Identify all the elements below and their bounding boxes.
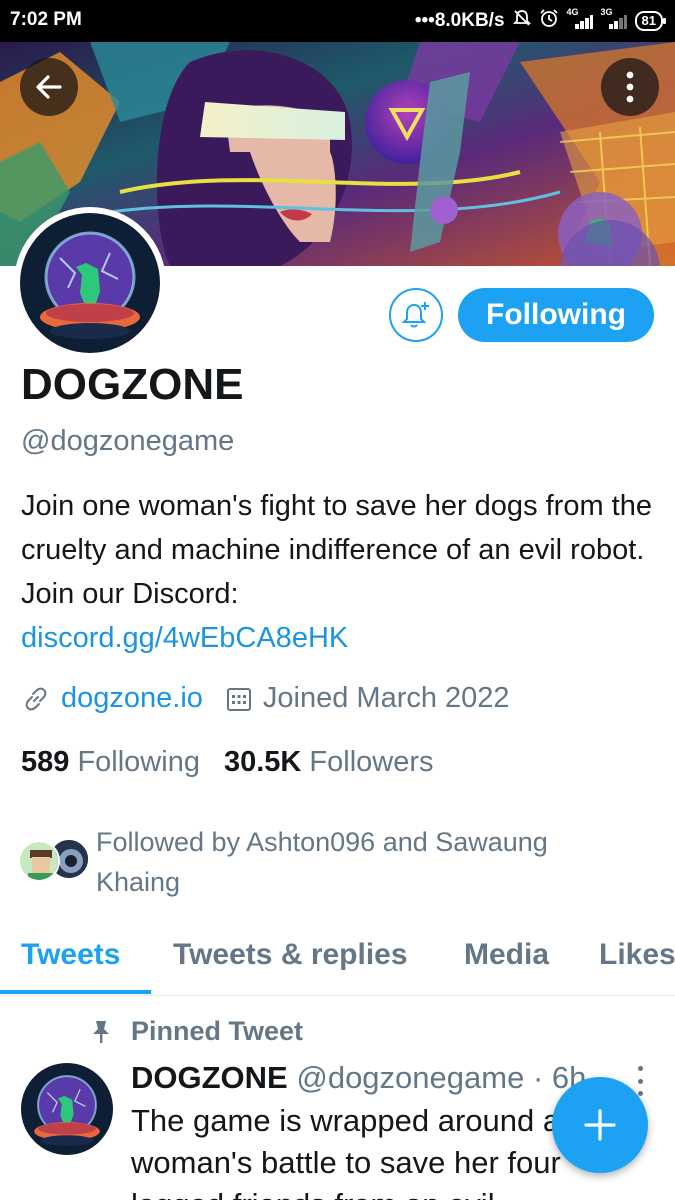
arrow-left-icon: [36, 75, 62, 99]
follower-avatar-1: [18, 840, 60, 882]
profile-handle: @dogzonegame: [21, 425, 235, 457]
bio-text: Join one woman's fight to save her dogs …: [21, 490, 652, 610]
more-options-button[interactable]: [601, 58, 659, 116]
back-button[interactable]: [20, 58, 78, 116]
battery-indicator: 81: [634, 10, 667, 31]
tab-tweets-and-replies[interactable]: Tweets & replies: [173, 938, 408, 972]
status-bar: 7:02 PM •••8.0KB/s 4G 3G 81: [0, 0, 675, 42]
tweet-author-name[interactable]: DOGZONE: [131, 1060, 288, 1095]
website-link[interactable]: dogzone.io: [61, 682, 203, 715]
alarm-icon: [539, 8, 559, 33]
signal-3g-icon: 3G: [601, 7, 627, 29]
pinned-tweet-label: Pinned Tweet: [88, 1016, 303, 1047]
following-count: 589: [21, 746, 70, 778]
bell-plus-icon: [401, 302, 429, 328]
tweet-author-handle: @dogzonegame: [296, 1060, 525, 1095]
profile-bio: Join one woman's fight to save her dogs …: [21, 484, 661, 660]
followers-count: 30.5K: [223, 746, 302, 778]
tweet-header: DOGZONE @dogzonegame · 6h: [131, 1060, 631, 1096]
followed-by-row[interactable]: Followed by Ashton096 and Sawaung Khaing: [18, 822, 668, 902]
status-icons: •••8.0KB/s 4G 3G 81: [414, 7, 667, 33]
following-button[interactable]: Following: [458, 288, 654, 342]
joined-date: Joined March 2022: [262, 682, 510, 714]
pin-icon: [88, 1020, 114, 1044]
signal-4g-icon: 4G: [567, 7, 593, 29]
tweet-text-line: legged friends from an evil: [131, 1184, 656, 1200]
notifications-button[interactable]: [389, 288, 443, 342]
status-time: 7:02 PM: [10, 9, 82, 30]
bio-discord-link[interactable]: discord.gg/4wEbCA8eHK: [21, 616, 661, 660]
profile-display-name: DOGZONE: [21, 360, 244, 409]
tab-likes[interactable]: Likes: [599, 938, 675, 972]
network-speed: •••8.0KB/s: [414, 9, 505, 31]
followers-label: Followers: [309, 746, 434, 778]
profile-meta: dogzone.io Joined March 2022: [21, 682, 510, 715]
follow-counts: 589 Following 30.5K Followers: [21, 746, 434, 779]
active-tab-indicator: [0, 990, 151, 994]
profile-tabs: Tweets Tweets & replies Media Likes: [0, 930, 675, 996]
followers-count-link[interactable]: 30.5K Followers: [224, 746, 434, 778]
mute-icon: [512, 9, 531, 32]
profile-avatar[interactable]: [14, 207, 166, 359]
tweet-author-avatar[interactable]: [21, 1063, 113, 1155]
dog-dome-avatar-image: [20, 213, 160, 353]
calendar-icon: [226, 687, 251, 711]
tab-media[interactable]: Media: [464, 938, 549, 972]
following-count-link[interactable]: 589 Following: [21, 746, 200, 778]
link-icon: [25, 687, 47, 710]
more-vertical-icon: [626, 71, 634, 103]
tab-tweets[interactable]: Tweets: [21, 938, 120, 972]
followed-by-text: Followed by Ashton096 and Sawaung Khaing: [96, 827, 548, 897]
plus-icon: [584, 1109, 616, 1141]
following-label: Following: [77, 746, 200, 778]
compose-tweet-button[interactable]: [552, 1077, 648, 1173]
